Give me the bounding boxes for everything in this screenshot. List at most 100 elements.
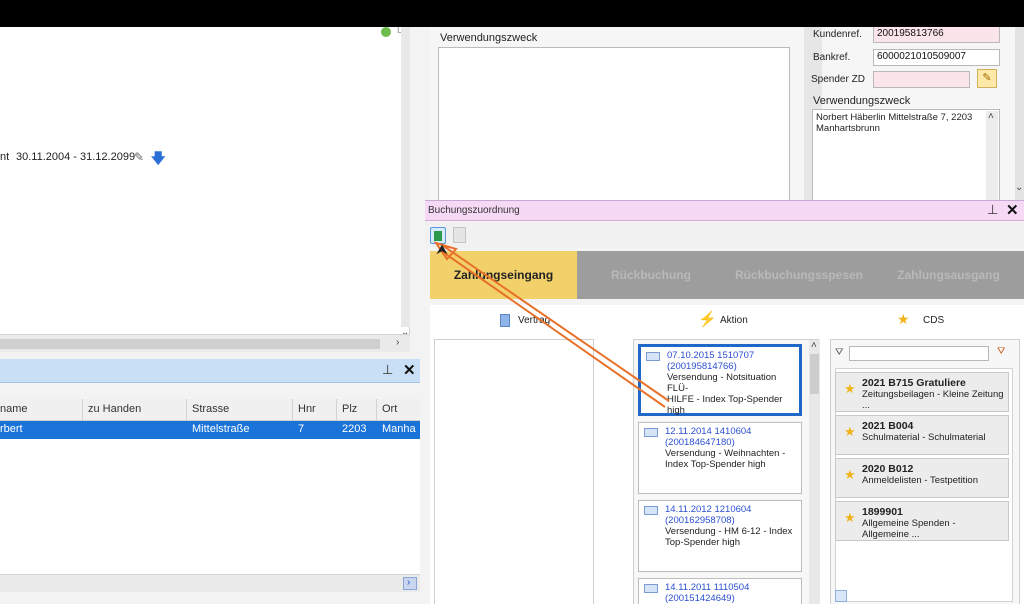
aktion-text: HILFE - Index Top-Spender bbox=[667, 394, 783, 405]
scrollbar-thumb[interactable] bbox=[810, 354, 819, 394]
mail-icon bbox=[644, 428, 658, 437]
tab-zahlungsausgang[interactable]: Zahlungsausgang bbox=[873, 251, 1024, 299]
column-header-strasse[interactable]: Strasse bbox=[192, 403, 229, 415]
payment-details-pane: Verwendungszweck Kundenref. 200195813766… bbox=[430, 27, 1024, 202]
column-separator bbox=[336, 399, 337, 421]
cds-filter-input[interactable] bbox=[849, 346, 989, 361]
download-arrow-icon[interactable]: 🡇 bbox=[151, 148, 165, 172]
chevron-right-icon: › bbox=[407, 577, 411, 588]
aktion-scrollbar[interactable]: ˄ bbox=[809, 340, 820, 604]
kundenref-label: Kundenref. bbox=[813, 29, 862, 40]
address-pane-header: ⊥ ✕ bbox=[0, 359, 420, 383]
horizontal-scrollbar[interactable]: › bbox=[0, 334, 410, 352]
application-window: D nt 30.11.2004 - 31.12.2099 ✎ 🡇 ⌄ › ⊥ ✕… bbox=[0, 27, 1024, 604]
bankref-label: Bankref. bbox=[813, 52, 851, 63]
filter-icon[interactable]: ⛛ bbox=[835, 347, 843, 358]
cds-card[interactable]: ★ 2021 B715 Gratuliere Zeitungsbeilagen … bbox=[835, 372, 1009, 412]
cds-title: 1899901 bbox=[862, 506, 903, 518]
cell-hnr: 7 bbox=[298, 423, 305, 435]
aktion-card-selected[interactable]: 07.10.2015 1510707 (200195814766) Versen… bbox=[638, 344, 802, 416]
table-row[interactable]: rbert Mittelstraße 7 2203 Manha bbox=[0, 421, 420, 439]
chevron-up-icon[interactable]: ˄ bbox=[988, 111, 994, 122]
verwendungszweck-textarea[interactable] bbox=[438, 47, 790, 202]
clear-filter-icon[interactable]: ⛛ bbox=[997, 346, 1005, 357]
column-header-hnr[interactable]: Hnr bbox=[298, 403, 316, 415]
pin-icon[interactable]: ⊥ bbox=[987, 202, 998, 218]
cds-card[interactable]: ★ 2020 B012 Anmeldelisten - Testpetition bbox=[835, 458, 1009, 498]
contract-icon bbox=[500, 314, 510, 327]
status-dot-icon bbox=[381, 27, 391, 37]
star-icon: ★ bbox=[844, 424, 856, 439]
aktion-ref: (200151424649) bbox=[665, 593, 735, 604]
column-header-name[interactable]: name bbox=[0, 403, 28, 415]
cds-title: 2021 B004 bbox=[862, 420, 914, 432]
verwendungszweck-line-1: Norbert Häberlin Mittelstraße 7, 2203 bbox=[816, 112, 973, 123]
aktion-list[interactable]: ˄ 07.10.2015 1510707 (200195814766) Vers… bbox=[633, 339, 820, 604]
star-icon: ★ bbox=[844, 510, 856, 525]
spender-zd-field[interactable] bbox=[873, 71, 970, 88]
edit-pencil-button[interactable]: ✎ bbox=[977, 69, 997, 88]
aktion-card[interactable]: 12.11.2014 1410604 (200184647180) Versen… bbox=[638, 422, 802, 494]
column-cds-title: CDS bbox=[923, 315, 945, 326]
close-icon[interactable]: ✕ bbox=[403, 361, 416, 379]
column-vertrag-title: Vertrag bbox=[518, 315, 551, 326]
cell-ort: Manha bbox=[382, 423, 416, 435]
scrollbar-thumb[interactable] bbox=[0, 339, 380, 349]
cds-filter-row: ⛛ ⛛ bbox=[835, 344, 1017, 364]
aktion-text: Versendung - HM 6-12 - Index bbox=[665, 526, 793, 537]
close-icon[interactable]: ✕ bbox=[1006, 201, 1019, 219]
cell-strasse: Mittelstraße bbox=[192, 423, 250, 435]
edit-pencil-icon[interactable]: ✎ bbox=[134, 150, 144, 164]
aktion-text: Index Top-Spender high bbox=[665, 459, 766, 470]
aktion-text: Top-Spender high bbox=[665, 537, 740, 548]
vertical-scrollbar[interactable] bbox=[401, 27, 410, 327]
tab-rueckbuchungsspesen[interactable]: Rückbuchungsspesen bbox=[725, 251, 873, 299]
scroll-right-button[interactable]: › bbox=[403, 577, 417, 590]
cds-card[interactable]: ★ 1899901 Allgemeine Spenden - Allgemein… bbox=[835, 501, 1009, 541]
mail-icon bbox=[644, 506, 658, 515]
bankref-field[interactable]: 6000021010509007 bbox=[873, 49, 1000, 66]
kundenref-field[interactable]: 200195813766 bbox=[873, 27, 1000, 43]
chevron-up-icon[interactable]: ˄ bbox=[811, 340, 817, 351]
column-separator bbox=[186, 399, 187, 421]
aktion-date: 14.11.2011 1110504 bbox=[665, 582, 750, 593]
star-icon: ★ bbox=[897, 311, 910, 327]
date-range: 30.11.2004 - 31.12.2099 bbox=[16, 151, 136, 163]
cds-card[interactable]: ★ 2021 B004 Schulmaterial - Schulmateria… bbox=[835, 415, 1009, 455]
cell-name: rbert bbox=[0, 423, 23, 435]
assign-icon bbox=[434, 231, 442, 241]
chevron-down-icon[interactable]: ⌄ bbox=[1015, 182, 1023, 193]
column-header-ort[interactable]: Ort bbox=[382, 403, 397, 415]
tab-zahlungseingang[interactable]: Zahlungseingang bbox=[430, 251, 577, 299]
chevron-right-icon[interactable]: › bbox=[396, 337, 399, 348]
pencil-icon: ✎ bbox=[982, 72, 992, 84]
column-separator bbox=[82, 399, 83, 421]
document-button[interactable] bbox=[453, 227, 466, 243]
grid-horizontal-scrollbar[interactable]: › bbox=[0, 574, 420, 592]
contract-pane: D nt 30.11.2004 - 31.12.2099 ✎ 🡇 ⌄ bbox=[0, 27, 410, 342]
spender-zd-label: Spender ZD bbox=[811, 74, 865, 85]
cds-subtitle: Allgemeine Spenden - Allgemeine ... bbox=[862, 518, 956, 540]
aktion-text: Versendung - Notsituation FLÜ- bbox=[667, 372, 777, 394]
column-header-plz[interactable]: Plz bbox=[342, 403, 357, 415]
address-grid: name zu Handen Strasse Hnr Plz Ort rbert… bbox=[0, 399, 420, 579]
aktion-date: 07.10.2015 1510707 bbox=[667, 350, 755, 361]
pin-icon[interactable]: ⊥ bbox=[382, 362, 393, 378]
aktion-card[interactable]: 14.11.2011 1110504 (200151424649) bbox=[638, 578, 802, 604]
date-prefix: nt bbox=[0, 151, 10, 163]
booking-type-tabs: Zahlungseingang Rückbuchung Rückbuchungs… bbox=[430, 251, 1024, 299]
aktion-ref: (200195814766) bbox=[667, 361, 737, 372]
verwendungszweck-text[interactable]: Norbert Häberlin Mittelstraße 7, 2203 Ma… bbox=[812, 109, 1000, 202]
cds-list[interactable]: ⛛ ⛛ ★ 2021 B715 Gratuliere Zeitungsbeila… bbox=[830, 339, 1020, 604]
mail-icon bbox=[646, 352, 660, 361]
vertrag-list[interactable] bbox=[434, 339, 594, 604]
cds-scroll-button[interactable] bbox=[835, 590, 847, 602]
text-scrollbar[interactable]: ˄ bbox=[986, 111, 998, 201]
right-vertical-scrollbar[interactable]: ⌄ bbox=[1015, 27, 1024, 202]
tab-rueckbuchung[interactable]: Rückbuchung bbox=[577, 251, 725, 299]
verwendungszweck-group-title: Verwendungszweck bbox=[440, 32, 538, 44]
column-header-zu-handen[interactable]: zu Handen bbox=[88, 403, 141, 415]
column-separator bbox=[376, 399, 377, 421]
aktion-card[interactable]: 14.11.2012 1210604 (200162958708) Versen… bbox=[638, 500, 802, 572]
aktion-date: 14.11.2012 1210604 bbox=[665, 504, 752, 515]
